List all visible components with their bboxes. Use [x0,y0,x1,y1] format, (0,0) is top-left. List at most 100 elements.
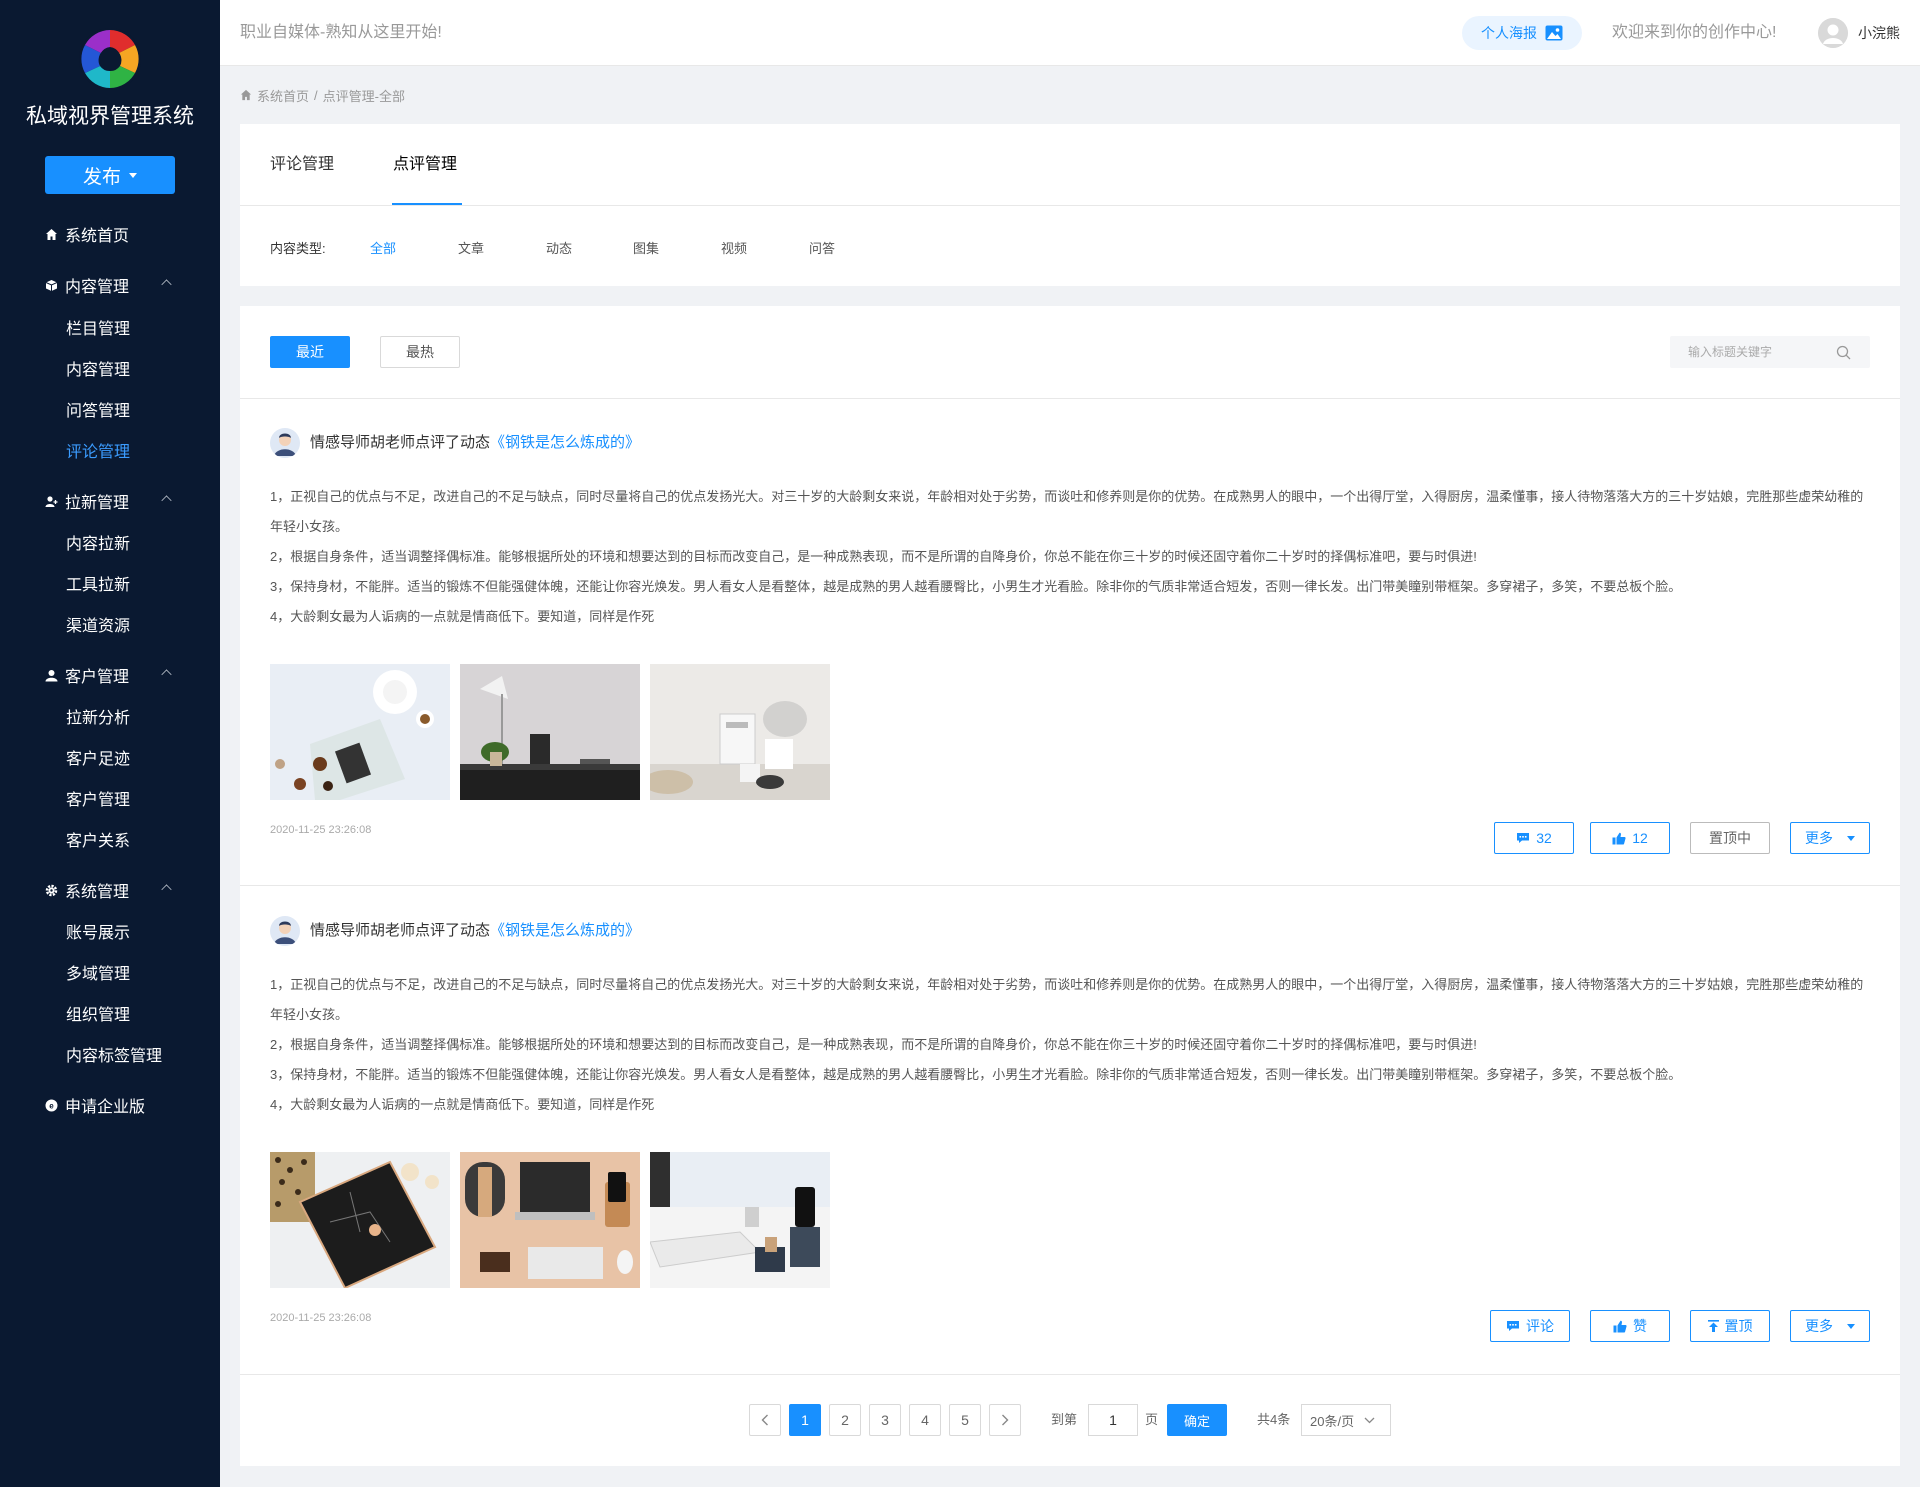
nav-label: 系统管理 [65,884,130,901]
system-title: 私域视界管理系统 [26,105,194,128]
tab-reviews[interactable]: 点评管理 [393,124,457,206]
review-header: 情感导师胡老师点评了动态《钢铁是怎么炼成的》 [310,428,640,458]
comment-count: 32 [1536,830,1552,846]
slogan: 职业自媒体-熟知从这里开始! [240,24,442,41]
comment-count-button[interactable]: 32 [1494,822,1574,854]
nav-item-qa[interactable]: 问答管理 [0,393,220,425]
nav-group-content[interactable]: 内容管理 [0,269,220,301]
nav-item-channels[interactable]: 渠道资源 [0,608,220,640]
like-button[interactable]: 赞 [1590,1310,1670,1342]
magazine-photo [270,664,450,800]
nav-item-content[interactable]: 内容管理 [0,352,220,384]
review-paragraph: 3，保持身材，不能胖。适当的锻炼不但能强健体魄，还能让你容光焕发。男人看女人是看… [270,579,1682,594]
tab-comments[interactable]: 评论管理 [270,124,334,206]
nav-home[interactable]: 系统首页 [0,218,220,250]
user-avatar[interactable] [1818,18,1848,48]
page-1-button[interactable]: 1 [789,1404,821,1436]
content-type-all[interactable]: 全部 [370,238,396,257]
pin-button[interactable]: 置顶 [1690,1310,1770,1342]
like-count: 12 [1632,830,1648,846]
content-type-video[interactable]: 视频 [721,238,747,257]
goto-confirm-button[interactable]: 确定 [1167,1404,1227,1436]
tab-active-indicator [392,203,462,205]
pinned-status-button[interactable]: 置顶中 [1690,822,1770,854]
publish-label: 发布 [82,166,121,188]
review-target-link[interactable]: 《钢铁是怎么炼成的》 [490,434,640,451]
review-header: 情感导师胡老师点评了动态《钢铁是怎么炼成的》 [310,916,640,946]
page-size-select[interactable]: 20条/页 [1301,1404,1391,1436]
laptop-marble-photo [270,1152,450,1288]
nav-item-comments[interactable]: 评论管理 [0,434,220,466]
poster-label: 个人海报 [1481,25,1537,41]
page-2-button[interactable]: 2 [829,1404,861,1436]
total-count: 共4条 [1257,1412,1291,1427]
sort-recent-button[interactable]: 最近 [270,336,350,368]
nav-item-accounts[interactable]: 账号展示 [0,915,220,947]
nav-item-column[interactable]: 栏目管理 [0,311,220,343]
like-count-button[interactable]: 12 [1590,822,1670,854]
avatar-icon [270,916,300,946]
search-icon[interactable] [1836,345,1851,360]
user-avatar-icon [1818,18,1848,48]
sort-hot-button[interactable]: 最热 [380,336,460,368]
content-type-moment[interactable]: 动态 [546,238,572,257]
goto-page-input[interactable] [1088,1404,1138,1436]
review-image[interactable] [460,664,640,800]
breadcrumb-home[interactable]: 系统首页 [257,86,309,105]
review-paragraph: 4，大龄剩女最为人诟病的一点就是情商低下。要知道，同样是作死 [270,1097,655,1112]
nav-item-tool-acq[interactable]: 工具拉新 [0,567,220,599]
divider [240,885,1900,886]
nav-group-system[interactable]: 系统管理 [0,874,220,906]
page-3-button[interactable]: 3 [869,1404,901,1436]
content-type-qa[interactable]: 问答 [809,238,835,257]
nav-group-acquisition[interactable]: 拉新管理 [0,485,220,517]
divider [240,1374,1900,1375]
nav-item-customer-mgmt[interactable]: 客户管理 [0,782,220,814]
nav-item-content-acq[interactable]: 内容拉新 [0,526,220,558]
review-timestamp: 2020-11-25 23:26:08 [270,1312,372,1324]
review-timestamp: 2020-11-25 23:26:08 [270,824,372,836]
nav-item-tags[interactable]: 内容标签管理 [0,1038,220,1070]
user-add-icon [45,495,58,508]
nav-label: 渠道资源 [66,618,131,635]
nav-label: 组织管理 [66,1007,131,1024]
publish-button[interactable]: 发布 [45,156,175,194]
comment-button[interactable]: 评论 [1490,1310,1570,1342]
review-images [270,1152,830,1288]
review-image[interactable] [650,1152,830,1288]
nav-label: 客户管理 [65,669,130,686]
review-target-link[interactable]: 《钢铁是怎么炼成的》 [490,922,640,939]
nav-item-relations[interactable]: 客户关系 [0,823,220,855]
page-size-value: 20条/页 [1310,1413,1355,1429]
review-paragraph: 3，保持身材，不能胖。适当的锻炼不但能强健体魄，还能让你容光焕发。男人看女人是看… [270,1067,1682,1082]
personal-poster-button[interactable]: 个人海报 [1462,16,1582,50]
nav-label: 栏目管理 [66,321,131,338]
prev-page-button[interactable] [749,1404,781,1436]
nav-label: 内容拉新 [66,536,131,553]
thumbs-up-icon [1613,1320,1627,1332]
content-type-gallery[interactable]: 图集 [633,238,659,257]
review-image[interactable] [460,1152,640,1288]
content-type-article[interactable]: 文章 [458,238,484,257]
review-body: 1，正视自己的优点与不足，改进自己的不足与缺点，同时尽量将自己的优点发扬光大。对… [270,482,1870,632]
review-image[interactable] [650,664,830,800]
page-5-button[interactable]: 5 [949,1404,981,1436]
customer-icon [45,669,58,682]
home-icon [240,89,252,101]
page-4-button[interactable]: 4 [909,1404,941,1436]
review-images [270,664,830,800]
next-page-button[interactable] [989,1404,1021,1436]
review-image[interactable] [270,664,450,800]
more-dropdown[interactable]: 更多 [1790,1310,1870,1342]
nav-label: 工具拉新 [66,577,131,594]
nav-item-org[interactable]: 组织管理 [0,997,220,1029]
nav-item-domains[interactable]: 多域管理 [0,956,220,988]
nav-item-footprint[interactable]: 客户足迹 [0,741,220,773]
more-dropdown[interactable]: 更多 [1790,822,1870,854]
nav-enterprise[interactable]: e 申请企业版 [0,1089,220,1121]
review-image[interactable] [270,1152,450,1288]
username[interactable]: 小浣熊 [1858,0,1900,66]
divider [240,398,1900,399]
nav-group-customers[interactable]: 客户管理 [0,659,220,691]
nav-item-acq-analysis[interactable]: 拉新分析 [0,700,220,732]
